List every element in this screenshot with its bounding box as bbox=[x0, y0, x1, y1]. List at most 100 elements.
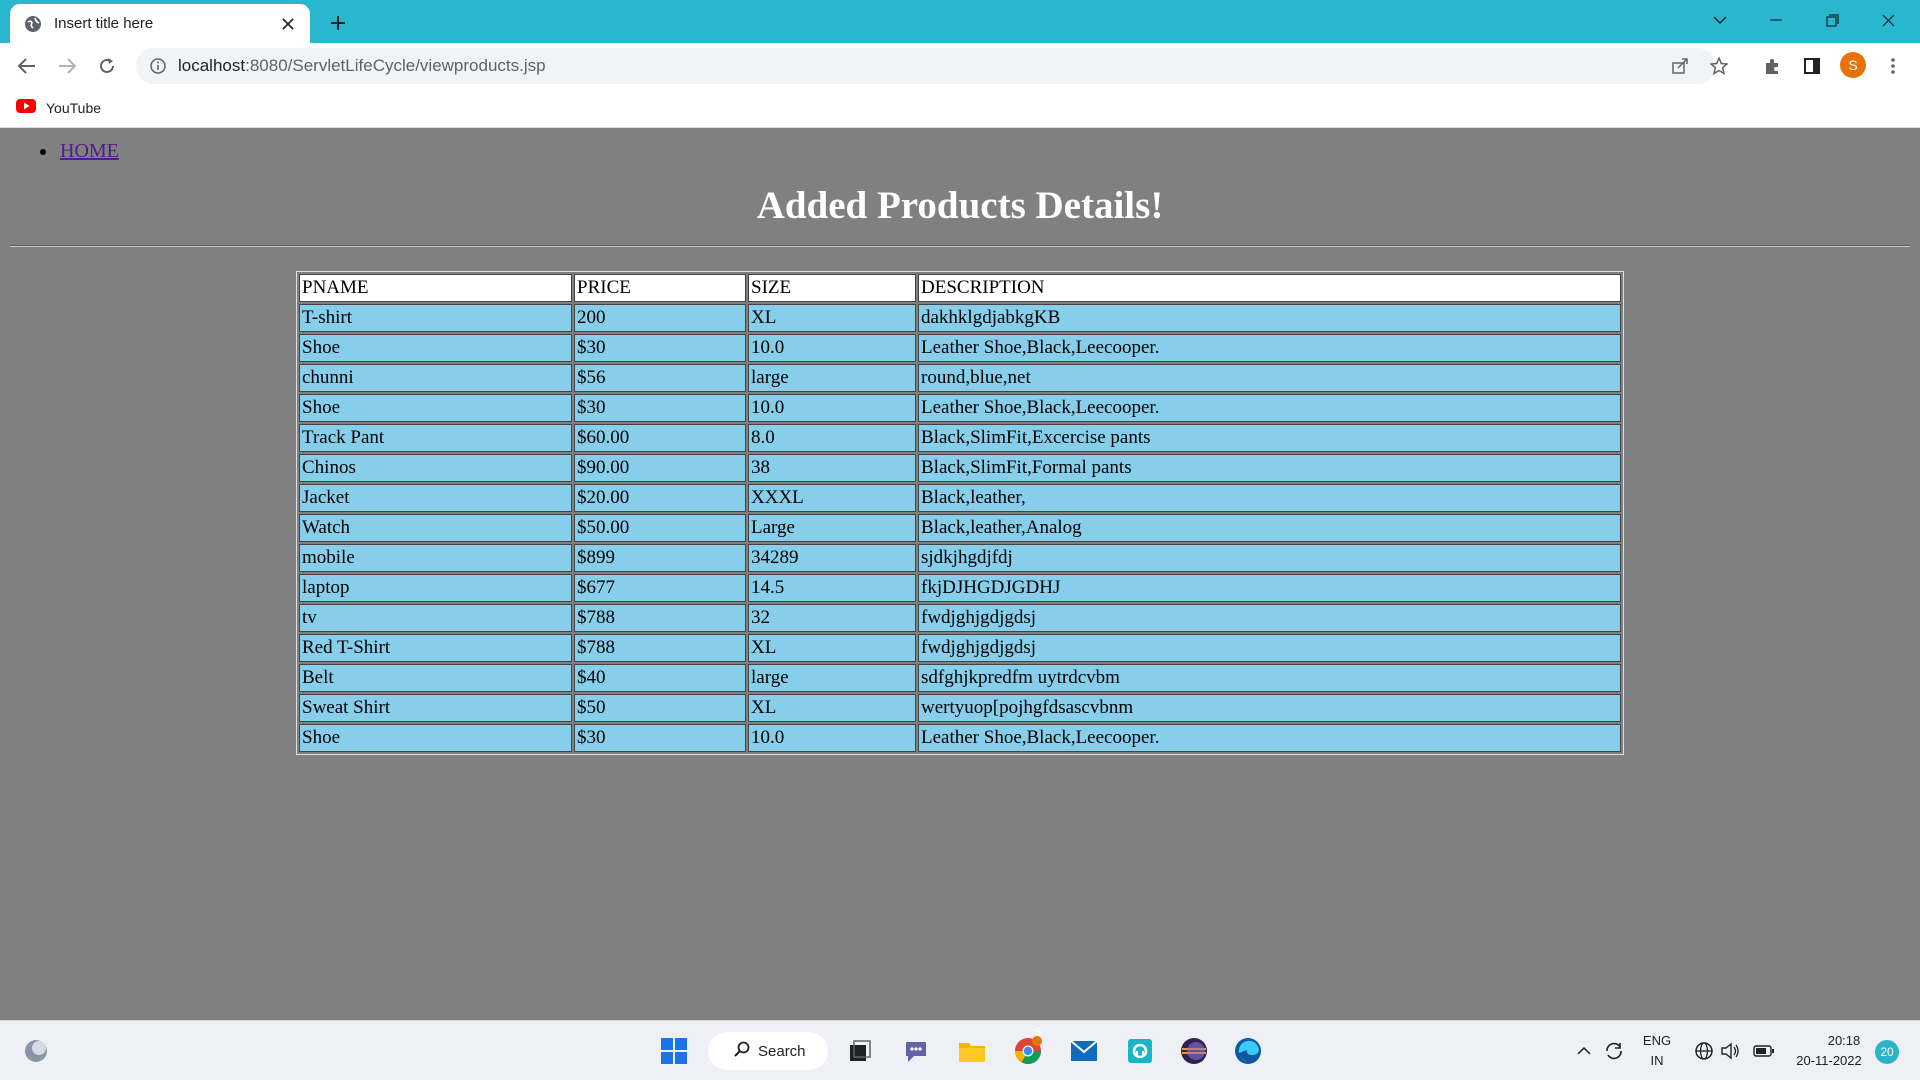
globe-icon bbox=[24, 15, 42, 33]
tab-search-chevron-icon[interactable] bbox=[1692, 0, 1748, 40]
table-row: Track Pant $60.00 8.0 Black,SlimFit,Excerci… bbox=[299, 424, 1621, 452]
table-cell: $788 bbox=[574, 634, 746, 662]
table-row: Sweat Shirt $50 XL wertyuop[pojhgfdsascvbnm bbox=[299, 694, 1621, 722]
page-title: Added Products Details! bbox=[756, 184, 1164, 227]
bookmark-youtube[interactable]: YouTube bbox=[16, 96, 101, 120]
table-cell: Leather Shoe,Black,Leecooper. bbox=[918, 724, 1621, 752]
table-cell: Black,SlimFit,Formal pants bbox=[918, 454, 1621, 482]
mail-icon[interactable] bbox=[1068, 1035, 1100, 1067]
close-window-icon[interactable] bbox=[1860, 0, 1916, 40]
table-cell: $50 bbox=[574, 694, 746, 722]
volume-icon[interactable] bbox=[1714, 1035, 1746, 1067]
eclipse-icon[interactable] bbox=[1178, 1035, 1210, 1067]
clock-date[interactable]: 20-11-2022 bbox=[1790, 1053, 1868, 1068]
table-cell: XL bbox=[748, 304, 916, 332]
table-cell: $899 bbox=[574, 544, 746, 572]
sync-icon[interactable] bbox=[1598, 1035, 1630, 1067]
share-icon[interactable] bbox=[1668, 54, 1692, 78]
close-tab-icon[interactable] bbox=[278, 14, 298, 34]
products-table: PNAME PRICE SIZE DESCRIPTION T-shirt 200 X… bbox=[296, 271, 1624, 755]
back-arrow-icon[interactable] bbox=[12, 51, 42, 81]
menu-kebab-icon[interactable] bbox=[1878, 51, 1908, 81]
chat-icon[interactable] bbox=[900, 1035, 932, 1067]
windows-start-icon[interactable] bbox=[658, 1035, 690, 1067]
table-cell: Watch bbox=[299, 514, 572, 542]
table-cell: sjdkjhgdjfdj bbox=[918, 544, 1621, 572]
url-text[interactable]: localhost:8080/ServletLifeCycle/viewprod… bbox=[178, 56, 546, 76]
new-tab-button[interactable] bbox=[324, 9, 352, 37]
battery-icon[interactable] bbox=[1748, 1035, 1780, 1067]
table-cell: fwdjghjgdjgdsj bbox=[918, 634, 1621, 662]
table-row: Shoe $30 10.0 Leather Shoe,Black,Leecooper. bbox=[299, 724, 1621, 752]
widgets-icon[interactable] bbox=[20, 1035, 52, 1067]
table-header-row: PNAME PRICE SIZE DESCRIPTION bbox=[299, 274, 1621, 302]
language-region[interactable]: IN bbox=[1640, 1053, 1674, 1068]
table-cell: $56 bbox=[574, 364, 746, 392]
url-host: localhost bbox=[178, 56, 246, 75]
table-cell: large bbox=[748, 364, 916, 392]
task-view-icon[interactable] bbox=[844, 1035, 876, 1067]
table-cell: XL bbox=[748, 694, 916, 722]
table-cell: $20.00 bbox=[574, 484, 746, 512]
forward-arrow-icon[interactable] bbox=[52, 51, 82, 81]
table-cell: laptop bbox=[299, 574, 572, 602]
table-row: Red T-Shirt $788 XL fwdjghjgdjgdsj bbox=[299, 634, 1621, 662]
table-row: T-shirt 200 XL dakhklgdjabkgKB bbox=[299, 304, 1621, 332]
notification-badge[interactable]: 20 bbox=[1875, 1040, 1899, 1064]
table-cell: Black,leather,Analog bbox=[918, 514, 1621, 542]
side-panel-icon[interactable] bbox=[1797, 51, 1827, 81]
table-cell: Sweat Shirt bbox=[299, 694, 572, 722]
reload-icon[interactable] bbox=[92, 51, 122, 81]
table-cell: $30 bbox=[574, 334, 746, 362]
table-cell: $30 bbox=[574, 724, 746, 752]
table-cell: 14.5 bbox=[748, 574, 916, 602]
table-cell: 10.0 bbox=[748, 334, 916, 362]
table-row: Watch $50.00 Large Black,leather,Analog bbox=[299, 514, 1621, 542]
url-path: :8080/ServletLifeCycle/viewproducts.jsp bbox=[245, 56, 546, 75]
table-row: laptop $677 14.5 fkjDJHGDJGDHJ bbox=[299, 574, 1621, 602]
browser-tab[interactable]: Insert title here bbox=[10, 4, 310, 43]
table-cell: XXXL bbox=[748, 484, 916, 512]
table-cell: Leather Shoe,Black,Leecooper. bbox=[918, 394, 1621, 422]
chrome-icon[interactable] bbox=[1012, 1035, 1044, 1067]
table-cell: $677 bbox=[574, 574, 746, 602]
extensions-icon[interactable] bbox=[1757, 51, 1787, 81]
column-header: PNAME bbox=[299, 274, 572, 302]
table-cell: 10.0 bbox=[748, 724, 916, 752]
profile-avatar[interactable]: S bbox=[1840, 52, 1866, 78]
table-cell: tv bbox=[299, 604, 572, 632]
store-app-icon[interactable] bbox=[1124, 1035, 1156, 1067]
browser-titlebar: Insert title here bbox=[0, 0, 1920, 43]
home-link[interactable]: HOME bbox=[60, 140, 119, 163]
table-cell: 34289 bbox=[748, 544, 916, 572]
table-row: Belt $40 large sdfghjkpredfm uytrdcvbm bbox=[299, 664, 1621, 692]
page-content: HOME Added Products Details! PNAME PRICE… bbox=[0, 129, 1920, 1020]
table-cell: Black,SlimFit,Excercise pants bbox=[918, 424, 1621, 452]
file-explorer-icon[interactable] bbox=[956, 1035, 988, 1067]
chrome-profile-badge: S bbox=[1034, 1027, 1042, 1038]
table-cell: sdfghjkpredfm uytrdcvbm bbox=[918, 664, 1621, 692]
table-cell: mobile bbox=[299, 544, 572, 572]
bookmark-star-icon[interactable] bbox=[1707, 54, 1731, 78]
column-header: SIZE bbox=[748, 274, 916, 302]
edge-icon[interactable] bbox=[1232, 1035, 1264, 1067]
table-cell: $60.00 bbox=[574, 424, 746, 452]
table-cell: large bbox=[748, 664, 916, 692]
restore-icon[interactable] bbox=[1804, 0, 1860, 40]
show-hidden-icons-chevron[interactable] bbox=[1568, 1035, 1600, 1067]
table-cell: $40 bbox=[574, 664, 746, 692]
language-code[interactable]: ENG bbox=[1640, 1033, 1674, 1048]
table-cell: fwdjghjgdjgdsj bbox=[918, 604, 1621, 632]
minimize-icon[interactable] bbox=[1748, 0, 1804, 40]
address-bar[interactable]: localhost:8080/ServletLifeCycle/viewprod… bbox=[136, 48, 1728, 84]
table-row: chunni $56 large round,blue,net bbox=[299, 364, 1621, 392]
table-cell: Red T-Shirt bbox=[299, 634, 572, 662]
table-cell: Leather Shoe,Black,Leecooper. bbox=[918, 334, 1621, 362]
bookmarks-bar: YouTube bbox=[0, 88, 1920, 128]
table-cell: XL bbox=[748, 634, 916, 662]
taskbar-search[interactable]: Search bbox=[708, 1032, 828, 1070]
table-cell: 38 bbox=[748, 454, 916, 482]
bookmark-label: YouTube bbox=[46, 100, 102, 116]
clock-time[interactable]: 20:18 bbox=[1820, 1033, 1868, 1048]
site-info-icon[interactable] bbox=[148, 56, 168, 76]
